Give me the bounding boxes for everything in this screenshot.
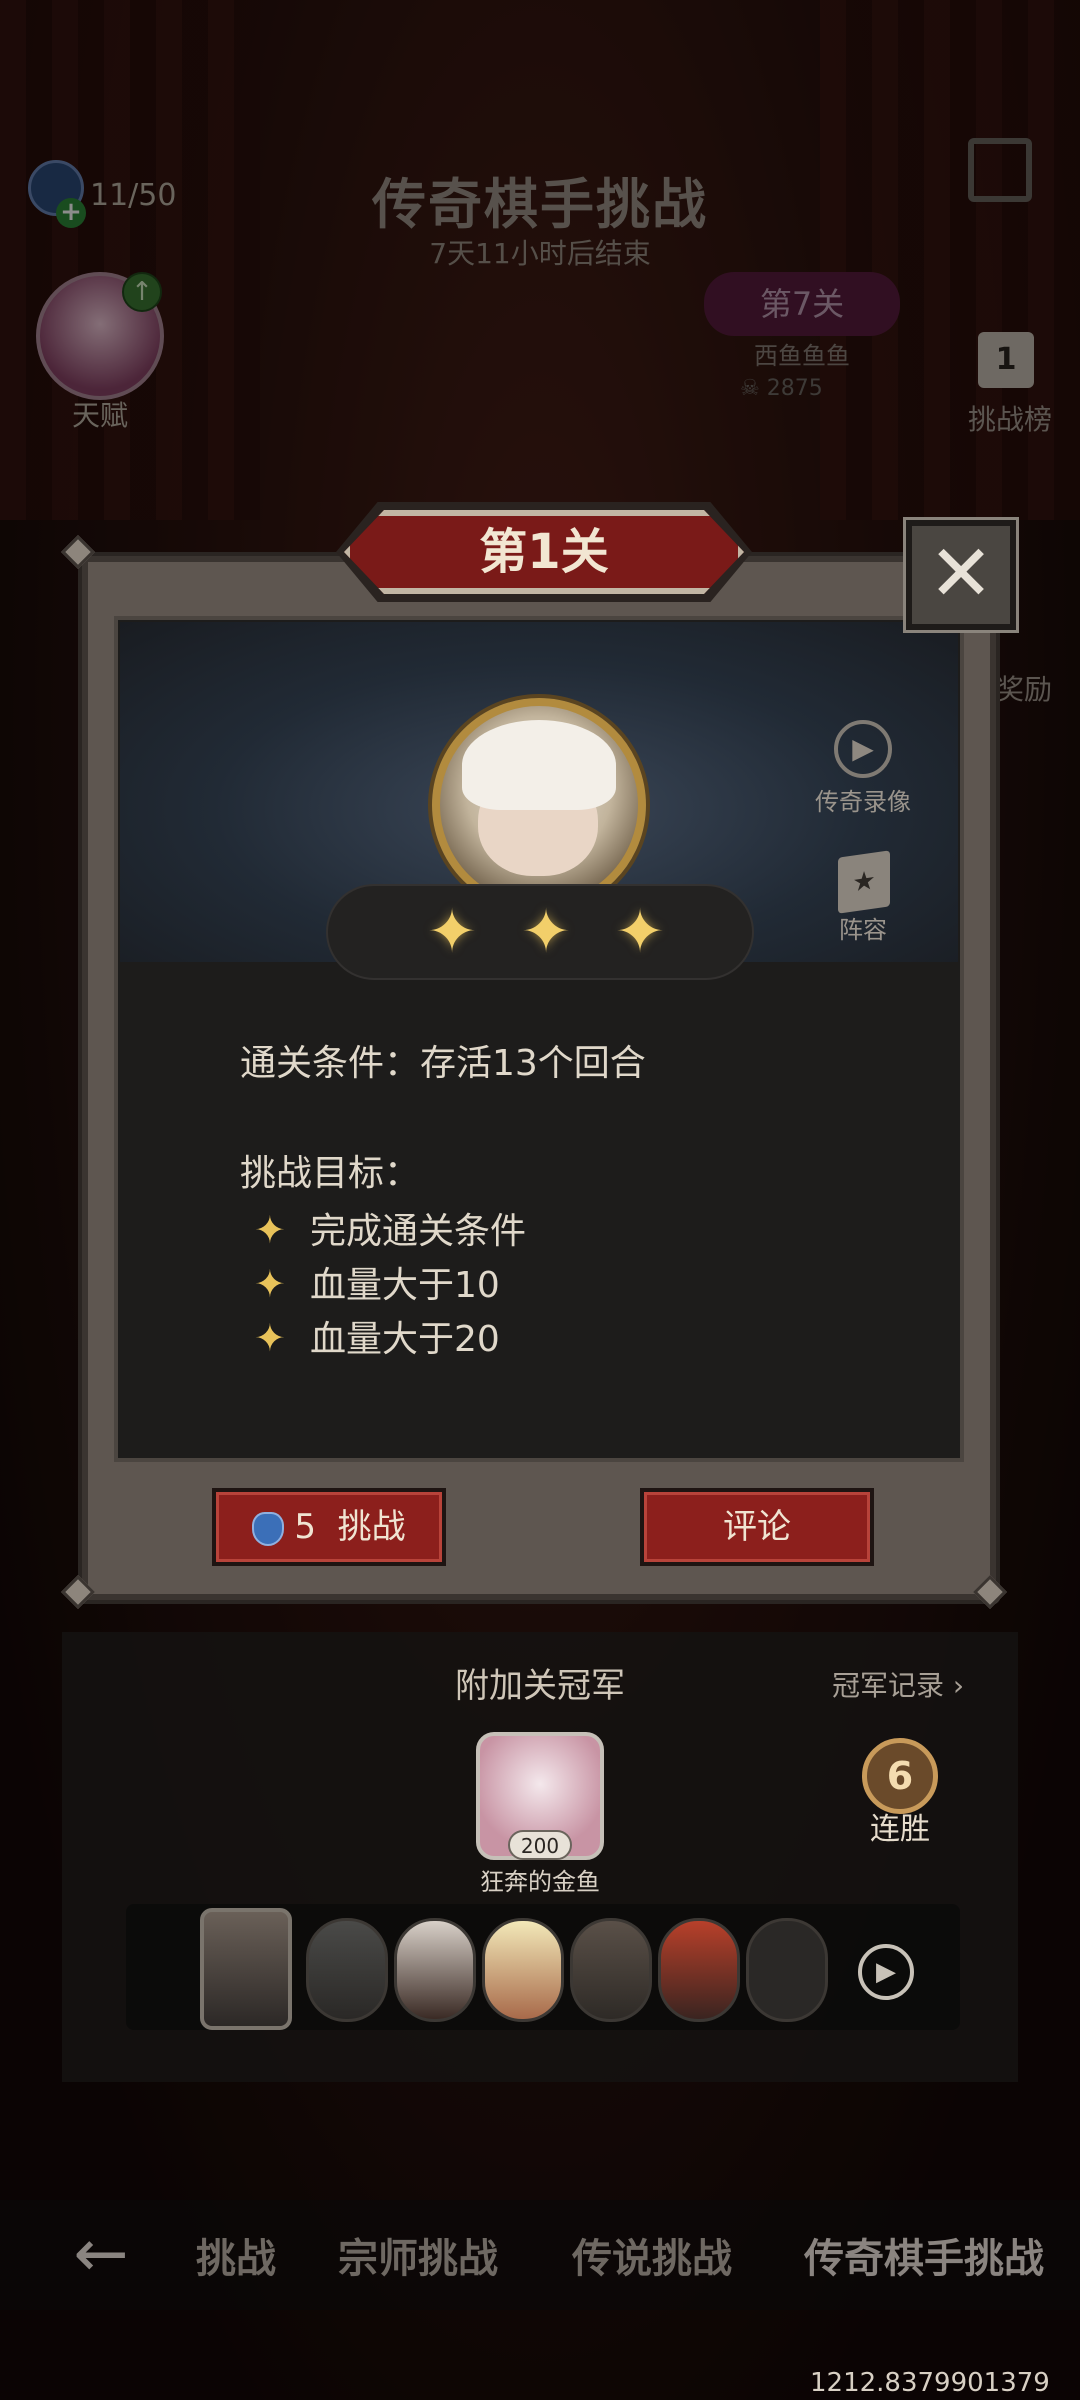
team-unit[interactable] xyxy=(482,1918,564,2022)
play-circle-icon[interactable]: ▶ xyxy=(834,720,892,778)
win-streak-label: 连胜 xyxy=(870,1812,930,1847)
nav-tab-legend[interactable]: 传说挑战 xyxy=(572,2226,732,2284)
star-icon: ✦ xyxy=(520,897,572,967)
goal-item: ✦ 完成通关条件 xyxy=(254,1202,526,1254)
team-unit-hero[interactable] xyxy=(200,1908,292,2030)
energy-potion-icon xyxy=(252,1511,285,1546)
team-unit[interactable] xyxy=(306,1918,388,2022)
clear-condition: 通关条件：存活13个回合 xyxy=(240,1043,646,1084)
nav-tab-master[interactable]: 宗师挑战 xyxy=(338,2226,498,2284)
back-arrow-icon[interactable]: ← xyxy=(66,2221,136,2292)
goal-star-icon: ✦ xyxy=(254,1208,286,1252)
nav-tab-legendary-player[interactable]: 传奇棋手挑战 xyxy=(804,2226,1044,2284)
champion-score-badge: 200 xyxy=(508,1830,572,1860)
comment-button[interactable]: 评论 xyxy=(640,1488,874,1566)
goal-star-icon: ✦ xyxy=(254,1316,286,1360)
chevron-right-icon: › xyxy=(952,1669,965,1702)
replay-icon[interactable]: ▶ xyxy=(858,1944,914,2000)
champion-record-label: 冠军记录 xyxy=(832,1669,945,1702)
stage-title: 第1关 xyxy=(479,524,609,580)
goal-title: 挑战目标： xyxy=(240,1153,421,1194)
goal-item: ✦ 血量大于10 xyxy=(254,1256,500,1308)
team-unit-empty xyxy=(746,1918,828,2022)
team-unit[interactable] xyxy=(394,1918,476,2022)
goal-text: 血量大于10 xyxy=(310,1265,500,1306)
challenge-cost: 5 xyxy=(294,1507,316,1547)
legend-replay-label[interactable]: 传奇录像 xyxy=(803,782,923,817)
team-unit[interactable] xyxy=(658,1918,740,2022)
challenge-button[interactable]: 5 挑战 xyxy=(212,1488,446,1566)
lineup-label[interactable]: 阵容 xyxy=(803,910,923,945)
book-icon[interactable]: ★ xyxy=(838,850,890,914)
close-button[interactable]: ✕ xyxy=(903,517,1019,633)
goal-item: ✦ 血量大于20 xyxy=(254,1310,500,1362)
goal-text: 血量大于20 xyxy=(310,1319,500,1360)
star-icon: ✦ xyxy=(614,897,666,967)
coordinate-readout: 1212.8379901379 xyxy=(810,2368,1050,2398)
challenge-label: 挑战 xyxy=(337,1507,406,1547)
champion-name: 狂奔的金鱼 xyxy=(480,1868,600,1896)
star-icon: ✦ xyxy=(426,897,478,967)
boss-portrait-hair xyxy=(462,720,616,810)
champion-record-link[interactable]: 冠军记录 › xyxy=(832,1664,964,1704)
goal-star-icon: ✦ xyxy=(254,1262,286,1306)
goal-text: 完成通关条件 xyxy=(310,1211,527,1252)
win-streak-medal: 6 xyxy=(862,1738,938,1814)
team-unit[interactable] xyxy=(570,1918,652,2022)
nav-tab-challenge[interactable]: 挑战 xyxy=(196,2226,276,2284)
